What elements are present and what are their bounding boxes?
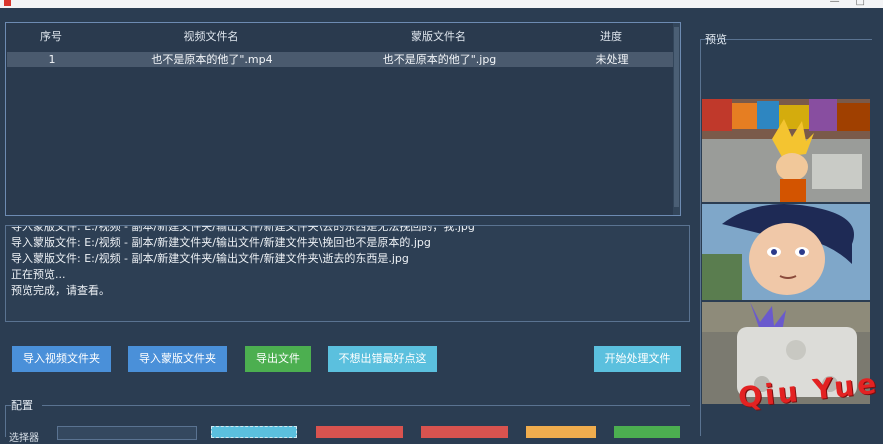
import-video-folder-button[interactable]: 导入视频文件夹 bbox=[12, 346, 111, 372]
header-video-filename: 视频文件名 bbox=[183, 30, 239, 43]
table-row[interactable]: 1 也不是原本的他了".mp4 也不是原本的他了".jpg 未处理 bbox=[7, 52, 679, 67]
config-button-4[interactable] bbox=[526, 426, 596, 438]
log-line: 导入蒙版文件: E:/视频 - 副本/新建文件夹/输出文件/新建文件夹\逝去的东… bbox=[11, 252, 409, 265]
config-divider bbox=[42, 405, 690, 406]
header-index: 序号 bbox=[40, 30, 62, 43]
log-output[interactable]: 导入蒙版文件: E:/视频 - 副本/新建文件夹/输出文件/新建文件夹\去的东西… bbox=[5, 225, 690, 322]
title-bar: — □ bbox=[0, 0, 883, 8]
table-scrollbar-thumb[interactable] bbox=[674, 27, 679, 207]
log-line: 正在预览... bbox=[11, 268, 66, 281]
config-button-3[interactable] bbox=[421, 426, 508, 438]
table-header: 序号 视频文件名 蒙版文件名 进度 bbox=[6, 23, 676, 51]
config-input[interactable] bbox=[57, 426, 197, 440]
row-video-filename: 也不是原本的他了".mp4 bbox=[151, 53, 273, 66]
log-line: 导入蒙版文件: E:/视频 - 副本/新建文件夹/输出文件/新建文件夹\去的东西… bbox=[11, 225, 475, 233]
file-table[interactable]: 序号 视频文件名 蒙版文件名 进度 1 也不是原本的他了".mp4 也不是原本的… bbox=[5, 22, 681, 216]
config-button-5[interactable] bbox=[614, 426, 680, 438]
start-processing-button[interactable]: 开始处理文件 bbox=[594, 346, 681, 372]
header-mask-filename: 蒙版文件名 bbox=[411, 30, 466, 43]
header-progress: 进度 bbox=[600, 30, 622, 43]
config-button-2[interactable] bbox=[316, 426, 403, 438]
import-mask-folder-button[interactable]: 导入蒙版文件夹 bbox=[128, 346, 227, 372]
config-button-1[interactable] bbox=[211, 426, 297, 438]
no-error-button[interactable]: 不想出错最好点这 bbox=[328, 346, 437, 372]
app-icon bbox=[4, 0, 11, 6]
export-file-button[interactable]: 导出文件 bbox=[245, 346, 311, 372]
row-mask-filename: 也不是原本的他了".jpg bbox=[382, 53, 497, 66]
config-field-label: 选择器 bbox=[9, 433, 39, 444]
log-line: 预览完成，请查看。 bbox=[11, 284, 110, 297]
preview-image-2 bbox=[702, 204, 870, 300]
table-scrollbar[interactable] bbox=[673, 23, 680, 215]
config-section-label: 配置 bbox=[11, 399, 33, 412]
row-index: 1 bbox=[48, 53, 56, 66]
log-line: 导入蒙版文件: E:/视频 - 副本/新建文件夹/输出文件/新建文件夹\挽回也不… bbox=[11, 236, 431, 249]
preview-label: 预览 bbox=[705, 33, 727, 46]
row-status: 未处理 bbox=[595, 53, 629, 66]
preview-image-1 bbox=[702, 99, 870, 202]
window-controls[interactable]: — □ bbox=[830, 0, 865, 7]
